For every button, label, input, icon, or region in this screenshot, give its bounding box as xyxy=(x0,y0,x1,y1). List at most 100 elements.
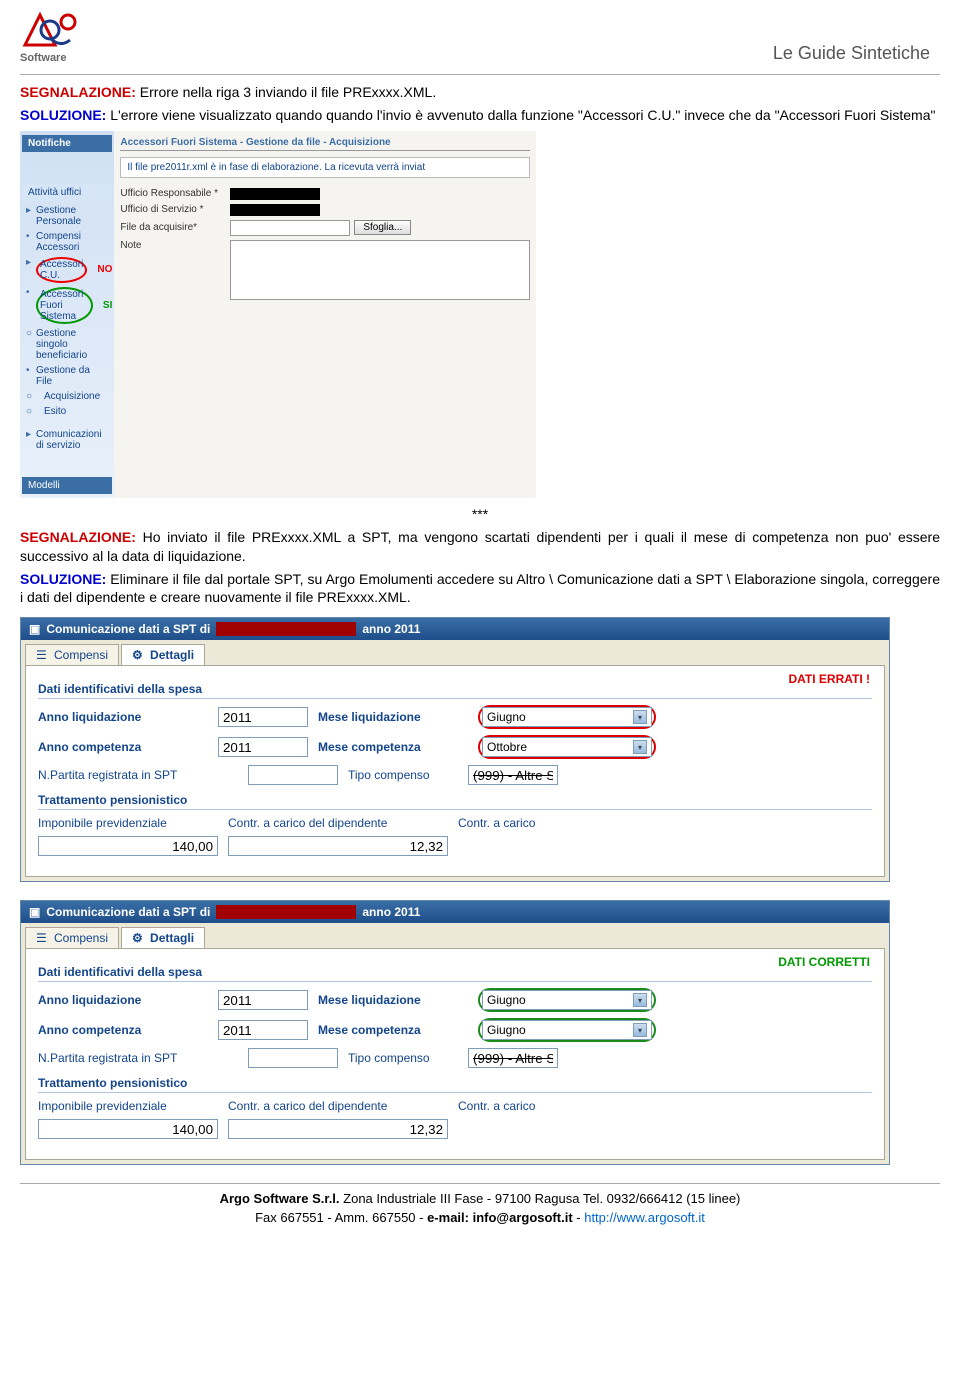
input-imp-prev[interactable] xyxy=(38,836,218,856)
header-right-title: Le Guide Sintetiche xyxy=(773,43,930,64)
redacted-block xyxy=(216,622,356,636)
input-npartita[interactable] xyxy=(248,1048,338,1068)
value-redacted xyxy=(230,188,320,200)
soluzione-text: Eliminare il file dal portale SPT, su Ar… xyxy=(20,571,940,606)
select-mese-liq[interactable]: Giugno ▾ xyxy=(482,707,652,727)
label-contr-dip: Contr. a carico del dipendente xyxy=(228,1099,448,1113)
section-dati-spesa: Dati identificativi della spesa xyxy=(38,965,872,982)
title-prefix: Comunicazione dati a SPT di xyxy=(46,905,210,919)
panel-message: Il file pre2011r.xml è in fase di elabor… xyxy=(120,157,530,178)
input-anno-comp[interactable] xyxy=(218,737,308,757)
footer-fax: Fax 667551 - Amm. 667550 - xyxy=(255,1210,427,1225)
sidebar-accessori-cu[interactable]: Accessori C.U. xyxy=(22,255,93,285)
label-contr-car: Contr. a carico xyxy=(458,1099,598,1113)
label-contr-dip: Contr. a carico del dipendente xyxy=(228,816,448,830)
title-anno: anno 2011 xyxy=(362,622,420,636)
input-tipo-comp[interactable] xyxy=(468,765,558,785)
footer-email: e-mail: info@argosoft.it xyxy=(427,1210,573,1225)
dialog-dati-corretti: ▣ Comunicazione dati a SPT di anno 2011 … xyxy=(20,900,890,1165)
sidebar-item[interactable]: Gestione Personale xyxy=(22,203,112,229)
input-tipo-comp[interactable] xyxy=(468,1048,558,1068)
chevron-down-icon: ▾ xyxy=(633,993,647,1007)
select-mese-comp[interactable]: Giugno ▾ xyxy=(482,1020,652,1040)
window-icon: ▣ xyxy=(29,622,40,636)
chevron-down-icon: ▾ xyxy=(633,1023,647,1037)
select-mese-liq[interactable]: Giugno ▾ xyxy=(482,990,652,1010)
sidebar-modelli[interactable]: Modelli xyxy=(22,477,112,494)
input-npartita[interactable] xyxy=(248,765,338,785)
label-npartita: N.Partita registrata in SPT xyxy=(38,1051,238,1065)
tab-compensi[interactable]: ☰ Compensi xyxy=(25,644,119,665)
dialog-body: DATI CORRETTI Dati identificativi della … xyxy=(25,948,885,1160)
chevron-down-icon: ▾ xyxy=(633,740,647,754)
logo-text: Software xyxy=(20,52,80,64)
logo-mark-icon xyxy=(20,10,80,50)
sidebar-comunicazioni[interactable]: Comunicazioni di servizio xyxy=(22,427,112,453)
tab-dettagli[interactable]: ⚙ Dettagli xyxy=(121,927,205,948)
soluzione-2: SOLUZIONE: Eliminare il file dal portale… xyxy=(20,570,940,608)
segnalazione-text: Ho inviato il file PRExxxx.XML a SPT, ma… xyxy=(20,529,940,564)
section-dati-spesa: Dati identificativi della spesa xyxy=(38,682,872,699)
label-uff-resp: Ufficio Responsabile * xyxy=(120,188,230,199)
soluzione-label: SOLUZIONE: xyxy=(20,571,106,587)
sidebar-gestione-file[interactable]: Gestione da File xyxy=(22,363,112,389)
sidebar-item[interactable]: Compensi Accessori xyxy=(22,229,112,255)
input-anno-liq[interactable] xyxy=(218,707,308,727)
label-mese-liq: Mese liquidazione xyxy=(318,710,468,724)
page-header: Software Le Guide Sintetiche xyxy=(20,10,940,64)
footer-address: Zona Industriale III Fase - 97100 Ragusa… xyxy=(340,1191,741,1206)
tab-dettagli[interactable]: ⚙ Dettagli xyxy=(121,644,205,665)
footer-link[interactable]: http://www.argosoft.it xyxy=(584,1210,705,1225)
sidebar-esito[interactable]: Esito xyxy=(22,404,112,419)
label-tipo-comp: Tipo compenso xyxy=(348,1051,458,1065)
segnalazione-1: SEGNALAZIONE: Errore nella riga 3 invian… xyxy=(20,83,940,102)
input-contr-dip[interactable] xyxy=(228,1119,448,1139)
titlebar: ▣ Comunicazione dati a SPT di anno 2011 xyxy=(21,901,889,923)
sidebar-attivita[interactable]: Attività uffici xyxy=(22,184,112,201)
main-panel: Accessori Fuori Sistema - Gestione da fi… xyxy=(114,131,536,498)
segnalazione-label: SEGNALAZIONE: xyxy=(20,529,136,545)
sidebar-accessori-fuori[interactable]: Accessori Fuori Sistema xyxy=(22,285,99,326)
sidebar: Notifiche Attività uffici Gestione Perso… xyxy=(20,131,114,498)
no-badge: NO xyxy=(97,264,112,275)
label-imp-prev: Imponibile previdenziale xyxy=(38,1099,218,1113)
tab-compensi[interactable]: ☰ Compensi xyxy=(25,927,119,948)
page-footer: Argo Software S.r.l. Zona Industriale II… xyxy=(20,1183,940,1226)
status-badge: DATI ERRATI ! xyxy=(788,672,870,686)
tabs: ☰ Compensi ⚙ Dettagli xyxy=(21,923,889,948)
dialog-body: DATI ERRATI ! Dati identificativi della … xyxy=(25,665,885,877)
sidebar-notifiche[interactable]: Notifiche xyxy=(22,135,112,152)
input-anno-liq[interactable] xyxy=(218,990,308,1010)
segnalazione-label: SEGNALAZIONE: xyxy=(20,84,136,100)
soluzione-text: L'errore viene visualizzato quando quand… xyxy=(106,107,935,123)
screenshot-accessori: Notifiche Attività uffici Gestione Perso… xyxy=(20,131,500,498)
select-mese-comp[interactable]: Ottobre ▾ xyxy=(482,737,652,757)
label-file-acq: File da acquisire* xyxy=(120,222,230,233)
label-anno-liq: Anno liquidazione xyxy=(38,710,208,724)
chevron-down-icon: ▾ xyxy=(633,710,647,724)
label-tipo-comp: Tipo compenso xyxy=(348,768,458,782)
file-input[interactable] xyxy=(230,220,350,236)
footer-company: Argo Software S.r.l. xyxy=(220,1191,340,1206)
si-badge: SI xyxy=(103,300,112,311)
note-textarea[interactable] xyxy=(230,240,530,300)
label-contr-car: Contr. a carico xyxy=(458,816,598,830)
label-mese-comp: Mese competenza xyxy=(318,1023,468,1037)
dialog-dati-errati: ▣ Comunicazione dati a SPT di anno 2011 … xyxy=(20,617,890,882)
input-contr-dip[interactable] xyxy=(228,836,448,856)
input-anno-comp[interactable] xyxy=(218,1020,308,1040)
section-pensionistico: Trattamento pensionistico xyxy=(38,793,872,810)
tabs: ☰ Compensi ⚙ Dettagli xyxy=(21,640,889,665)
sidebar-acquisizione[interactable]: Acquisizione xyxy=(22,389,112,404)
detail-icon: ⚙ xyxy=(132,931,146,945)
label-mese-comp: Mese competenza xyxy=(318,740,468,754)
title-anno: anno 2011 xyxy=(362,905,420,919)
list-icon: ☰ xyxy=(36,648,50,662)
panel-title: Accessori Fuori Sistema - Gestione da fi… xyxy=(120,137,530,151)
window-icon: ▣ xyxy=(29,905,40,919)
sidebar-beneficiario[interactable]: Gestione singolo beneficiario xyxy=(22,326,112,363)
input-imp-prev[interactable] xyxy=(38,1119,218,1139)
soluzione-label: SOLUZIONE: xyxy=(20,107,106,123)
sfoglia-button[interactable]: Sfoglia... xyxy=(354,220,411,235)
header-separator xyxy=(20,74,940,75)
